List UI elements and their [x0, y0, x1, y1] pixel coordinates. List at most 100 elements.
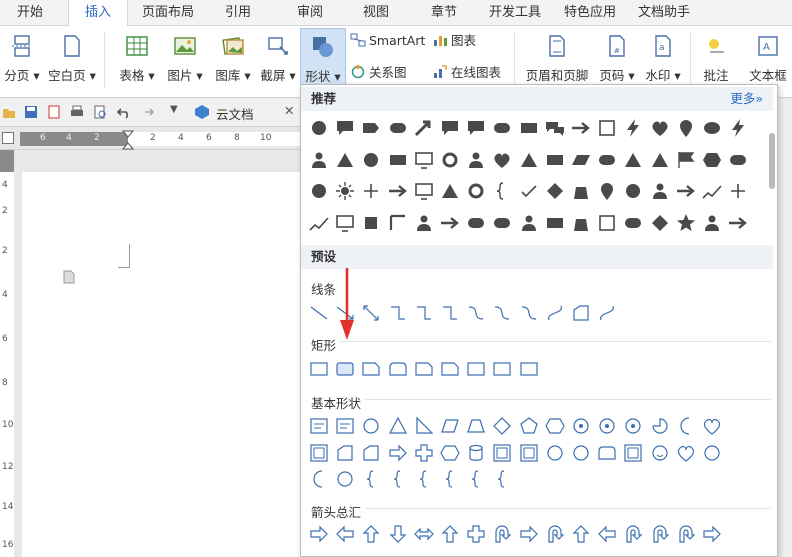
- shape-rarrow-icon[interactable]: [518, 523, 540, 545]
- shape-uarrow-icon[interactable]: [439, 523, 461, 545]
- shape-curve-icon[interactable]: [465, 302, 487, 324]
- shape-uturn-icon[interactable]: [675, 523, 697, 545]
- shape-oval-icon[interactable]: [701, 117, 723, 139]
- shape-circle-icon[interactable]: [334, 468, 356, 490]
- panel-scrollbar[interactable]: [769, 111, 775, 551]
- shape-roundtop-icon[interactable]: [596, 442, 618, 464]
- shape-diamond-icon[interactable]: [544, 180, 566, 202]
- shape-num-icon[interactable]: [570, 415, 592, 437]
- page-break-button[interactable]: 分页 ▾: [0, 28, 44, 92]
- page-number-button[interactable]: # 页码 ▾: [596, 28, 638, 92]
- shape-curve-icon[interactable]: [518, 302, 540, 324]
- tab-chapter[interactable]: 章节: [418, 0, 470, 26]
- shape-scurve-icon[interactable]: [544, 302, 566, 324]
- shape-darrow-icon[interactable]: [387, 523, 409, 545]
- shape-uturn-icon[interactable]: [544, 523, 566, 545]
- shape-heart-icon[interactable]: [675, 442, 697, 464]
- shape-chart-icon[interactable]: [701, 180, 723, 202]
- print-icon[interactable]: [70, 105, 84, 119]
- tab-doc-assistant[interactable]: 文档助手: [632, 0, 696, 26]
- shape-pie-icon[interactable]: [649, 415, 671, 437]
- shape-chart-icon[interactable]: [308, 212, 330, 234]
- shape-rect-icon[interactable]: [387, 149, 409, 171]
- shape-rarrow-icon[interactable]: [570, 117, 592, 139]
- shape-rect-icon[interactable]: [518, 358, 540, 380]
- shape-rarrow-icon[interactable]: [675, 180, 697, 202]
- shape-round-icon[interactable]: [622, 212, 644, 234]
- shape-bubble-icon[interactable]: [439, 117, 461, 139]
- shape-flag-icon[interactable]: [675, 149, 697, 171]
- tab-view[interactable]: 视图: [350, 0, 402, 26]
- shape-snip-icon[interactable]: [439, 358, 461, 380]
- shape-poly-icon[interactable]: [570, 302, 592, 324]
- shape-bolt-icon[interactable]: [727, 117, 749, 139]
- more-link[interactable]: 更多»: [730, 87, 763, 111]
- shapes-button[interactable]: 形状 ▾: [300, 28, 346, 86]
- shape-snip-icon[interactable]: [413, 358, 435, 380]
- smartart-button[interactable]: SmartArt: [350, 30, 425, 52]
- tab-developer[interactable]: 开发工具: [482, 0, 548, 26]
- shape-dbl-icon[interactable]: [360, 302, 382, 324]
- shape-rect-icon[interactable]: [544, 149, 566, 171]
- shape-scurve-icon[interactable]: [596, 302, 618, 324]
- shape-person-icon[interactable]: [518, 212, 540, 234]
- shape-circle-icon[interactable]: [570, 442, 592, 464]
- shape-rarrow-icon[interactable]: [701, 523, 723, 545]
- shape-curve-icon[interactable]: [491, 302, 513, 324]
- shape-circle-icon[interactable]: [701, 442, 723, 464]
- shape-can-icon[interactable]: [465, 442, 487, 464]
- shape-bubble-icon[interactable]: [465, 117, 487, 139]
- shape-brace-icon[interactable]: [360, 468, 382, 490]
- shape-hex-icon[interactable]: [439, 442, 461, 464]
- shape-circle-icon[interactable]: [308, 180, 330, 202]
- shape-larrowS-icon[interactable]: [596, 523, 618, 545]
- shape-tri-icon[interactable]: [439, 180, 461, 202]
- shape-rect-icon[interactable]: [491, 358, 513, 380]
- print-preview-icon[interactable]: [93, 105, 107, 119]
- shape-frame-icon[interactable]: [491, 442, 513, 464]
- tab-review[interactable]: 审阅: [284, 0, 336, 26]
- shape-uarrow-icon[interactable]: [360, 523, 382, 545]
- shape-round-icon[interactable]: [387, 117, 409, 139]
- tab-stop-selector[interactable]: [2, 132, 14, 144]
- tab-references[interactable]: 引用: [212, 0, 264, 26]
- shape-brace-icon[interactable]: [413, 468, 435, 490]
- shape-para-icon[interactable]: [439, 415, 461, 437]
- shape-larrowS-icon[interactable]: [334, 523, 356, 545]
- shape-plus-icon[interactable]: [360, 180, 382, 202]
- shape-corner-icon[interactable]: [360, 442, 382, 464]
- shape-ring-icon[interactable]: [465, 180, 487, 202]
- comment-button[interactable]: 批注: [694, 28, 738, 92]
- shape-rtri-icon[interactable]: [413, 415, 435, 437]
- shape-brace-icon[interactable]: [491, 468, 513, 490]
- shape-person-icon[interactable]: [465, 149, 487, 171]
- shape-monitor-icon[interactable]: [413, 149, 435, 171]
- shape-brace-icon[interactable]: [465, 468, 487, 490]
- shape-bag-icon[interactable]: [570, 212, 592, 234]
- undo-icon[interactable]: [117, 105, 131, 119]
- blank-page-button[interactable]: 空白页 ▾: [46, 28, 98, 92]
- shape-circle-icon[interactable]: [622, 180, 644, 202]
- shape-penta-icon[interactable]: [518, 415, 540, 437]
- export-pdf-icon[interactable]: [47, 105, 61, 119]
- shape-elbow-icon[interactable]: [413, 302, 435, 324]
- shape-lrarrow-icon[interactable]: [413, 523, 435, 545]
- shape-rect-icon[interactable]: [518, 117, 540, 139]
- shape-corner-icon[interactable]: [334, 442, 356, 464]
- shape-person-icon[interactable]: [308, 149, 330, 171]
- shape-arrow-icon[interactable]: [413, 117, 435, 139]
- shape-rarrow-icon[interactable]: [439, 212, 461, 234]
- shape-bag-icon[interactable]: [570, 180, 592, 202]
- shape-moon-icon[interactable]: [308, 468, 330, 490]
- shape-textbox-icon[interactable]: [308, 415, 330, 437]
- shape-brace-icon[interactable]: [439, 468, 461, 490]
- close-icon[interactable]: ✕: [284, 103, 294, 118]
- shape-smile-icon[interactable]: [649, 442, 671, 464]
- shape-pin-icon[interactable]: [596, 180, 618, 202]
- shape-star-icon[interactable]: [675, 212, 697, 234]
- shape-rarrow-icon[interactable]: [387, 442, 409, 464]
- shape-sun-icon[interactable]: [334, 180, 356, 202]
- shape-rectSel-icon[interactable]: [334, 358, 356, 380]
- watermark-button[interactable]: a 水印 ▾: [640, 28, 686, 92]
- shape-textbox-icon[interactable]: [334, 415, 356, 437]
